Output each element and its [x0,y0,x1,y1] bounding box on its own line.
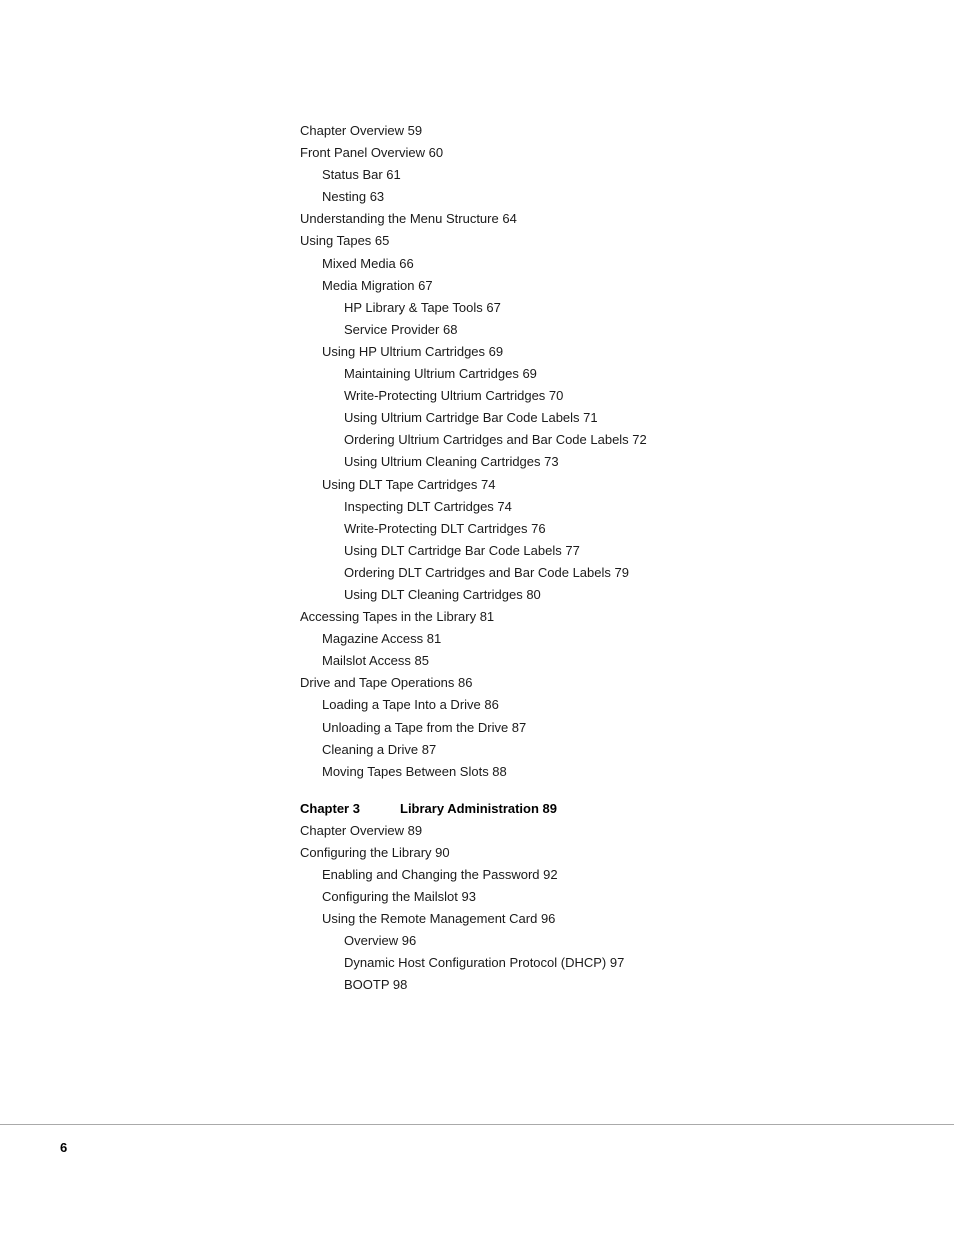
list-item: Service Provider 68 [300,319,874,341]
list-item: Status Bar 61 [300,164,874,186]
list-item: Unloading a Tape from the Drive 87 [300,717,874,739]
list-item: Write-Protecting DLT Cartridges 76 [300,518,874,540]
list-item: Understanding the Menu Structure 64 [300,208,874,230]
list-item: Using HP Ultrium Cartridges 69 [300,341,874,363]
list-item: Cleaning a Drive 87 [300,739,874,761]
list-item: Ordering Ultrium Cartridges and Bar Code… [300,429,874,451]
list-item: Write-Protecting Ultrium Cartridges 70 [300,385,874,407]
list-item: Drive and Tape Operations 86 [300,672,874,694]
list-item: HP Library & Tape Tools 67 [300,297,874,319]
list-item: Using DLT Tape Cartridges 74 [300,474,874,496]
list-item: Configuring the Library 90 [300,842,874,864]
list-item: Chapter Overview 89 [300,820,874,842]
list-item: Maintaining Ultrium Cartridges 69 [300,363,874,385]
list-item: Dynamic Host Configuration Protocol (DHC… [300,952,874,974]
toc-list: Chapter Overview 59 Front Panel Overview… [300,120,874,783]
chapter-label: Chapter 3 [300,801,390,816]
list-item: Front Panel Overview 60 [300,142,874,164]
list-item: Using Ultrium Cartridge Bar Code Labels … [300,407,874,429]
list-item: Chapter Overview 59 [300,120,874,142]
list-item: BOOTP 98 [300,974,874,996]
chapter-3-list: Chapter Overview 89 Configuring the Libr… [300,820,874,997]
page-number: 6 [60,1140,67,1155]
list-item: Magazine Access 81 [300,628,874,650]
list-item: Using the Remote Management Card 96 [300,908,874,930]
list-item: Using Tapes 65 [300,230,874,252]
list-item: Nesting 63 [300,186,874,208]
list-item: Media Migration 67 [300,275,874,297]
page: Chapter Overview 59 Front Panel Overview… [0,0,954,1235]
chapter-title: Library Administration 89 [400,801,557,816]
list-item: Configuring the Mailslot 93 [300,886,874,908]
list-item: Mixed Media 66 [300,253,874,275]
list-item: Moving Tapes Between Slots 88 [300,761,874,783]
list-item: Using DLT Cleaning Cartridges 80 [300,584,874,606]
list-item: Using DLT Cartridge Bar Code Labels 77 [300,540,874,562]
list-item: Using Ultrium Cleaning Cartridges 73 [300,451,874,473]
list-item: Loading a Tape Into a Drive 86 [300,694,874,716]
list-item: Mailslot Access 85 [300,650,874,672]
page-divider [0,1124,954,1125]
list-item: Accessing Tapes in the Library 81 [300,606,874,628]
list-item: Enabling and Changing the Password 92 [300,864,874,886]
list-item: Ordering DLT Cartridges and Bar Code Lab… [300,562,874,584]
list-item: Inspecting DLT Cartridges 74 [300,496,874,518]
list-item: Overview 96 [300,930,874,952]
toc-content: Chapter Overview 59 Front Panel Overview… [300,120,874,997]
chapter-3-heading: Chapter 3 Library Administration 89 [300,801,874,816]
